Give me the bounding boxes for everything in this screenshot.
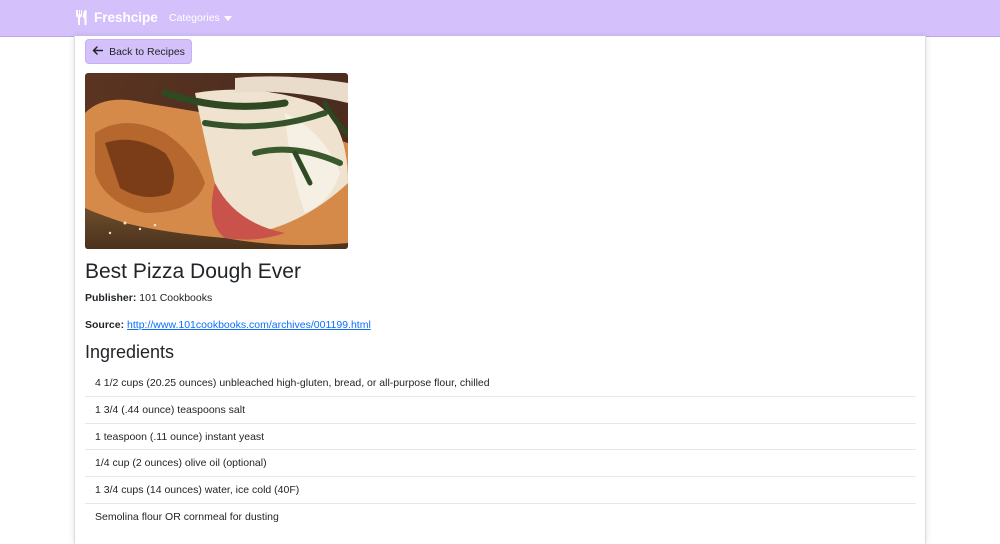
ingredient-item: 1 3/4 cups (14 ounces) water, ice cold (… <box>85 477 916 504</box>
source-line: Source: http://www.101cookbooks.com/arch… <box>85 319 371 331</box>
brand-link[interactable]: Freshcipe <box>75 10 158 25</box>
source-link[interactable]: http://www.101cookbooks.com/archives/001… <box>127 319 371 331</box>
ingredients-list: 4 1/2 cups (20.25 ounces) unbleached hig… <box>85 370 916 531</box>
caret-down-icon <box>223 12 232 24</box>
ingredient-item: 1/4 cup (2 ounces) olive oil (optional) <box>85 450 916 478</box>
categories-label: Categories <box>169 12 220 24</box>
ingredient-item: Semolina flour OR cornmeal for dusting <box>95 510 279 523</box>
top-navbar: Freshcipe Categories <box>0 0 1000 37</box>
ingredients-heading: Ingredients <box>85 342 175 362</box>
brand-name: Freshcipe <box>94 10 158 25</box>
utensils-icon <box>75 10 88 25</box>
recipe-card: Back to Recipes Best Pizza Dough Ever Pu… <box>74 36 926 544</box>
publisher-line: Publisher: 101 Cookbooks <box>85 292 212 304</box>
ingredient-item: 1 3/4 (.44 ounce) teaspoons salt <box>85 397 916 424</box>
ingredient-item: 4 1/2 cups (20.25 ounces) unbleached hig… <box>85 370 916 397</box>
back-to-recipes-button[interactable]: Back to Recipes <box>85 39 192 64</box>
pizza-image <box>85 73 348 249</box>
publisher-value: 101 Cookbooks <box>139 292 213 304</box>
source-label: Source: <box>85 319 125 331</box>
arrow-left-icon <box>92 45 104 58</box>
back-button-label: Back to Recipes <box>109 45 185 58</box>
recipe-title: Best Pizza Dough Ever <box>85 260 301 283</box>
categories-dropdown[interactable]: Categories <box>169 12 232 24</box>
publisher-label: Publisher: <box>85 292 137 304</box>
ingredient-item: 1 teaspoon (.11 ounce) instant yeast <box>85 424 916 451</box>
